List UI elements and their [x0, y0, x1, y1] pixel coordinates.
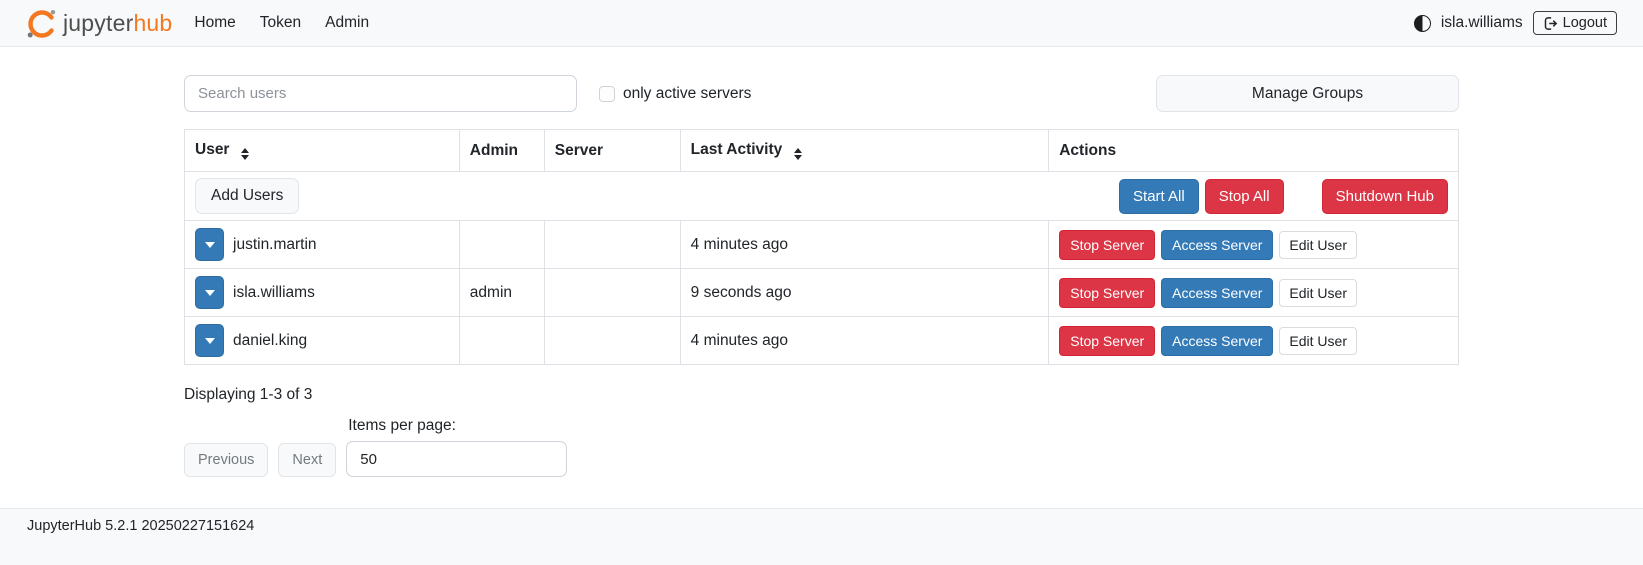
user-dropdown-toggle[interactable]: [195, 276, 224, 309]
only-active-servers-checkbox[interactable]: [599, 86, 615, 102]
active-servers-filter: only active servers: [599, 85, 751, 103]
logout-label: Logout: [1563, 15, 1607, 31]
logout-icon: [1543, 16, 1558, 31]
user-row: daniel.king 4 minutes ago Stop Server Ac…: [185, 317, 1459, 365]
last-activity-cell: 4 minutes ago: [680, 221, 1049, 269]
nav-link-token[interactable]: Token: [260, 14, 301, 32]
manage-groups-button[interactable]: Manage Groups: [1156, 75, 1459, 112]
edit-user-button[interactable]: Edit User: [1279, 279, 1357, 307]
user-name: isla.williams: [233, 284, 315, 302]
user-dropdown-toggle[interactable]: [195, 228, 224, 261]
last-activity-cell: 4 minutes ago: [680, 317, 1049, 365]
stop-server-button[interactable]: Stop Server: [1059, 278, 1155, 308]
stop-server-button[interactable]: Stop Server: [1059, 326, 1155, 356]
user-row: isla.williams admin 9 seconds ago Stop S…: [185, 269, 1459, 317]
header-user[interactable]: User: [185, 130, 460, 172]
row-actions: Stop Server Access Server Edit User: [1059, 278, 1448, 308]
user-row: justin.martin 4 minutes ago Stop Server …: [185, 221, 1459, 269]
jupyterhub-admin-page: jupyterhub Home Token Admin isla.william…: [0, 0, 1643, 565]
access-server-button[interactable]: Access Server: [1161, 230, 1273, 260]
row-actions: Stop Server Access Server Edit User: [1059, 326, 1448, 356]
admin-cell: [459, 317, 544, 365]
users-table: User Admin Server Last Activity Actions: [184, 129, 1459, 365]
jupyter-logo-icon: [26, 8, 57, 39]
admin-cell: admin: [459, 269, 544, 317]
nav-link-home[interactable]: Home: [194, 14, 235, 32]
nav-links: Home Token Admin: [194, 14, 369, 32]
brand-text: jupyterhub: [63, 10, 172, 37]
pagination-summary: Displaying 1-3 of 3: [184, 386, 1459, 404]
navbar: jupyterhub Home Token Admin isla.william…: [0, 0, 1643, 47]
admin-panel: only active servers Manage Groups User A…: [184, 75, 1459, 477]
header-last-activity[interactable]: Last Activity: [680, 130, 1049, 172]
theme-toggle-icon[interactable]: [1414, 15, 1431, 32]
pagination-controls: Previous Next Items per page:: [184, 417, 1459, 477]
admin-cell: [459, 221, 544, 269]
header-admin: Admin: [459, 130, 544, 172]
server-cell: [544, 317, 680, 365]
next-page-button[interactable]: Next: [278, 443, 336, 477]
header-actions: Actions: [1049, 130, 1459, 172]
user-dropdown-toggle[interactable]: [195, 324, 224, 357]
logout-button[interactable]: Logout: [1533, 11, 1617, 35]
access-server-button[interactable]: Access Server: [1161, 278, 1273, 308]
shutdown-hub-button[interactable]: Shutdown Hub: [1322, 179, 1448, 214]
header-server: Server: [544, 130, 680, 172]
last-activity-cell: 9 seconds ago: [680, 269, 1049, 317]
table-header-row: User Admin Server Last Activity Actions: [185, 130, 1459, 172]
edit-user-button[interactable]: Edit User: [1279, 231, 1357, 259]
row-actions: Stop Server Access Server Edit User: [1059, 230, 1448, 260]
user-name: justin.martin: [233, 236, 317, 254]
edit-user-button[interactable]: Edit User: [1279, 327, 1357, 355]
items-per-page-input[interactable]: [346, 441, 567, 477]
table-controls-row: Add Users Start All Stop All Shutdown Hu…: [185, 172, 1459, 221]
sort-icon-last-activity[interactable]: [794, 148, 802, 160]
items-per-page-label: Items per page:: [348, 417, 567, 435]
caret-down-icon: [205, 242, 215, 248]
stop-all-button[interactable]: Stop All: [1205, 179, 1284, 214]
caret-down-icon: [205, 338, 215, 344]
server-cell: [544, 221, 680, 269]
current-username: isla.williams: [1441, 14, 1523, 32]
server-cell: [544, 269, 680, 317]
caret-down-icon: [205, 290, 215, 296]
navbar-right: isla.williams Logout: [1414, 11, 1617, 35]
jupyterhub-logo[interactable]: jupyterhub: [26, 8, 172, 39]
previous-page-button[interactable]: Previous: [184, 443, 268, 477]
sort-icon-user[interactable]: [241, 148, 249, 160]
add-users-button[interactable]: Add Users: [195, 178, 299, 214]
toolbar: only active servers Manage Groups: [184, 75, 1459, 112]
version-text: JupyterHub 5.2.1 20250227151624: [27, 518, 254, 534]
items-per-page-group: Items per page:: [346, 417, 567, 477]
search-input[interactable]: [184, 75, 577, 112]
user-name: daniel.king: [233, 332, 307, 350]
bulk-actions: Start All Stop All Shutdown Hub: [1119, 179, 1448, 214]
start-all-button[interactable]: Start All: [1119, 179, 1199, 214]
nav-link-admin[interactable]: Admin: [325, 14, 369, 32]
stop-server-button[interactable]: Stop Server: [1059, 230, 1155, 260]
footer: JupyterHub 5.2.1 20250227151624: [0, 508, 1643, 565]
access-server-button[interactable]: Access Server: [1161, 326, 1273, 356]
only-active-servers-label: only active servers: [623, 85, 751, 103]
